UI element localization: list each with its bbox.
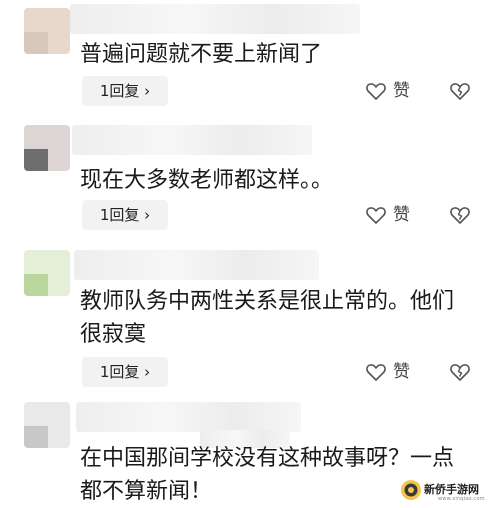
watermark-subtext: www.xinqiao.com xyxy=(438,496,485,502)
username-blurred xyxy=(70,4,360,34)
avatar[interactable] xyxy=(24,125,70,171)
reply-button[interactable]: 1回复 › xyxy=(82,200,168,230)
watermark: 新侨手游网 www.xinqiao.com xyxy=(398,476,496,504)
comment-text-line: 现在大多数老师都这样。。 xyxy=(80,168,334,193)
heart-icon[interactable] xyxy=(364,79,388,103)
avatar[interactable] xyxy=(24,250,70,296)
watermark-logo-icon xyxy=(401,480,421,500)
avatar-image-part xyxy=(24,149,48,171)
username-blurred xyxy=(72,125,312,155)
like-label[interactable]: 赞 xyxy=(393,203,410,227)
like-label[interactable]: 赞 xyxy=(393,360,410,384)
avatar[interactable] xyxy=(24,8,70,54)
comment-text-line: 教师队务中两性关系是很止常的。他们 xyxy=(80,289,455,314)
comment-text-line: 很寂寞 xyxy=(80,322,147,347)
avatar[interactable] xyxy=(24,402,70,448)
broken-heart-icon[interactable] xyxy=(448,360,472,384)
avatar-image-part xyxy=(24,426,48,448)
reply-button[interactable]: 1回复 › xyxy=(82,76,168,106)
broken-heart-icon[interactable] xyxy=(448,203,472,227)
comment-text-line: 在中国那间学校没有这种故事呀？一点 xyxy=(80,446,455,471)
like-label[interactable]: 赞 xyxy=(393,79,410,103)
username-blurred xyxy=(76,402,301,432)
comment-text: 现在大多数老师都这样。。 xyxy=(80,164,480,197)
comment-text-line: 普遍问题就不要上新闻了 xyxy=(80,42,323,67)
username-blurred xyxy=(74,250,319,280)
avatar-image-part xyxy=(24,274,48,296)
comment-text: 普遍问题就不要上新闻了 xyxy=(80,38,480,71)
avatar-image-part xyxy=(24,32,48,54)
comment-text: 教师队务中两性关系是很止常的。他们 很寂寞 xyxy=(80,285,480,351)
heart-icon[interactable] xyxy=(364,360,388,384)
heart-icon[interactable] xyxy=(364,203,388,227)
reply-button[interactable]: 1回复 › xyxy=(82,357,168,387)
broken-heart-icon[interactable] xyxy=(448,79,472,103)
